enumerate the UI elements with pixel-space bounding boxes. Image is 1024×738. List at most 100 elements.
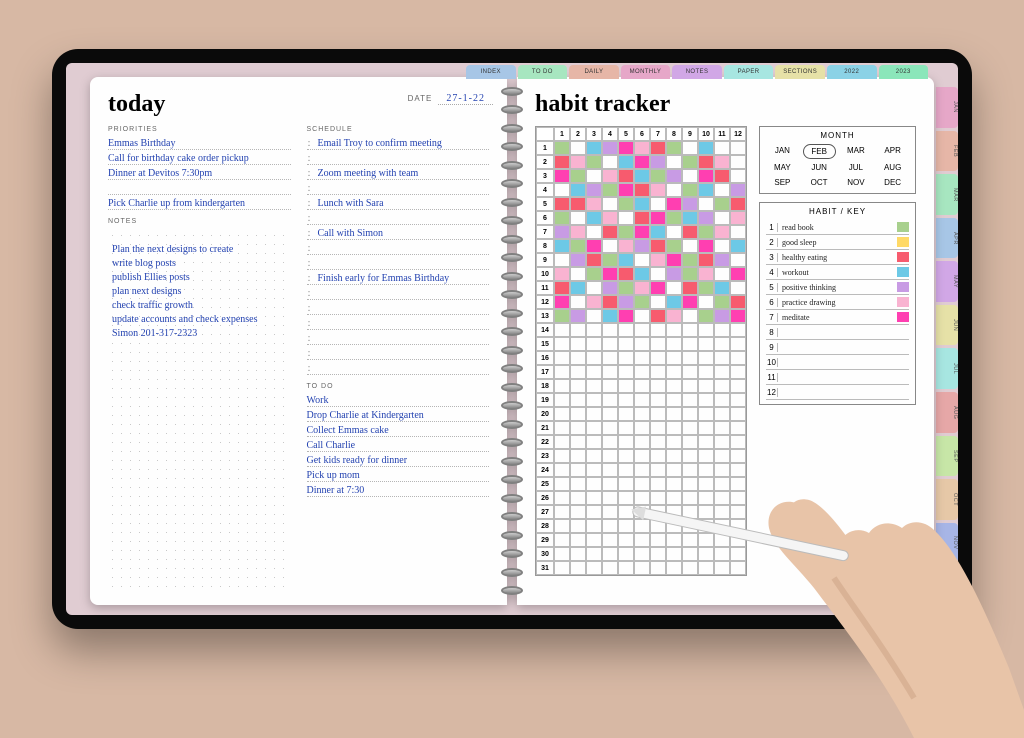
- habit-cell[interactable]: [714, 393, 730, 407]
- habit-cell[interactable]: [698, 463, 714, 477]
- habit-cell[interactable]: [554, 435, 570, 449]
- habit-cell[interactable]: [650, 435, 666, 449]
- habit-cell[interactable]: [634, 155, 650, 169]
- notes-area[interactable]: Plan the next designs to createwrite blo…: [108, 231, 291, 590]
- habit-cell[interactable]: [602, 533, 618, 547]
- habit-cell[interactable]: [698, 505, 714, 519]
- habit-key-list[interactable]: 1read book2good sleep3healthy eating4wor…: [766, 220, 909, 400]
- habit-cell[interactable]: [570, 365, 586, 379]
- habit-cell[interactable]: [618, 183, 634, 197]
- habit-cell[interactable]: [682, 407, 698, 421]
- habit-cell[interactable]: [570, 337, 586, 351]
- schedule-item[interactable]: :: [307, 255, 490, 270]
- habit-cell[interactable]: [698, 211, 714, 225]
- habit-cell[interactable]: [618, 407, 634, 421]
- habit-cell[interactable]: [634, 463, 650, 477]
- habit-cell[interactable]: [634, 211, 650, 225]
- habit-cell[interactable]: [666, 197, 682, 211]
- habit-cell[interactable]: [666, 337, 682, 351]
- habit-cell[interactable]: [730, 239, 746, 253]
- todo-item[interactable]: Call Charlie: [307, 437, 490, 452]
- habit-cell[interactable]: [698, 365, 714, 379]
- habit-cell[interactable]: [634, 351, 650, 365]
- habit-cell[interactable]: [618, 547, 634, 561]
- habit-cell[interactable]: [714, 211, 730, 225]
- habit-key-row[interactable]: 2good sleep: [766, 235, 909, 250]
- habit-cell[interactable]: [666, 547, 682, 561]
- habit-cell[interactable]: [586, 253, 602, 267]
- schedule-item[interactable]: :: [307, 150, 490, 165]
- habit-cell[interactable]: [602, 211, 618, 225]
- habit-cell[interactable]: [554, 155, 570, 169]
- habit-cell[interactable]: [650, 337, 666, 351]
- habit-cell[interactable]: [570, 267, 586, 281]
- habit-cell[interactable]: [730, 323, 746, 337]
- habit-cell[interactable]: [618, 491, 634, 505]
- habit-cell[interactable]: [586, 505, 602, 519]
- habit-cell[interactable]: [650, 267, 666, 281]
- habit-cell[interactable]: [570, 281, 586, 295]
- habit-cell[interactable]: [714, 561, 730, 575]
- habit-cell[interactable]: [554, 519, 570, 533]
- habit-cell[interactable]: [714, 421, 730, 435]
- month-option[interactable]: AUG: [876, 161, 909, 174]
- top-tab[interactable]: NOTES: [672, 65, 722, 79]
- habit-cell[interactable]: [586, 449, 602, 463]
- habit-cell[interactable]: [586, 561, 602, 575]
- habit-cell[interactable]: [618, 337, 634, 351]
- habit-cell[interactable]: [586, 491, 602, 505]
- habit-cell[interactable]: [730, 309, 746, 323]
- note-line[interactable]: write blog posts: [112, 258, 287, 269]
- habit-cell[interactable]: [698, 519, 714, 533]
- todo-item[interactable]: Get kids ready for dinner: [307, 452, 490, 467]
- habit-cell[interactable]: [698, 379, 714, 393]
- habit-cell[interactable]: [730, 253, 746, 267]
- habit-cell[interactable]: [602, 253, 618, 267]
- habit-cell[interactable]: [714, 547, 730, 561]
- habit-cell[interactable]: [618, 169, 634, 183]
- priority-item[interactable]: Dinner at Devitos 7:30pm: [108, 165, 291, 180]
- habit-cell[interactable]: [634, 141, 650, 155]
- habit-cell[interactable]: [570, 519, 586, 533]
- todo-item[interactable]: Pick up mom: [307, 467, 490, 482]
- habit-cell[interactable]: [650, 505, 666, 519]
- habit-cell[interactable]: [554, 239, 570, 253]
- schedule-item[interactable]: :: [307, 315, 490, 330]
- habit-cell[interactable]: [666, 267, 682, 281]
- habit-cell[interactable]: [554, 463, 570, 477]
- schedule-item[interactable]: :: [307, 240, 490, 255]
- habit-cell[interactable]: [666, 379, 682, 393]
- habit-cell[interactable]: [666, 351, 682, 365]
- habit-cell[interactable]: [650, 365, 666, 379]
- habit-cell[interactable]: [634, 505, 650, 519]
- todo-item[interactable]: Work: [307, 392, 490, 407]
- habit-cell[interactable]: [650, 421, 666, 435]
- habit-key-row[interactable]: 9: [766, 340, 909, 355]
- habit-cell[interactable]: [650, 281, 666, 295]
- habit-cell[interactable]: [682, 393, 698, 407]
- habit-cell[interactable]: [618, 365, 634, 379]
- habit-cell[interactable]: [698, 239, 714, 253]
- habit-cell[interactable]: [714, 365, 730, 379]
- habit-cell[interactable]: [666, 155, 682, 169]
- habit-cell[interactable]: [586, 239, 602, 253]
- habit-cell[interactable]: [682, 211, 698, 225]
- habit-cell[interactable]: [682, 449, 698, 463]
- habit-cell[interactable]: [650, 239, 666, 253]
- habit-cell[interactable]: [634, 295, 650, 309]
- habit-cell[interactable]: [682, 323, 698, 337]
- schedule-item[interactable]: :: [307, 210, 490, 225]
- side-tab[interactable]: AUG: [936, 392, 958, 433]
- habit-cell[interactable]: [666, 365, 682, 379]
- priorities-list[interactable]: Emmas BirthdayCall for birthday cake ord…: [108, 135, 291, 210]
- schedule-item[interactable]: :Call with Simon: [307, 225, 490, 240]
- habit-cell[interactable]: [714, 323, 730, 337]
- habit-cell[interactable]: [666, 253, 682, 267]
- habit-cell[interactable]: [682, 547, 698, 561]
- month-option[interactable]: MAY: [766, 161, 799, 174]
- habit-cell[interactable]: [618, 435, 634, 449]
- habit-cell[interactable]: [682, 533, 698, 547]
- side-tab[interactable]: MAY: [936, 261, 958, 302]
- habit-cell[interactable]: [634, 477, 650, 491]
- habit-key-row[interactable]: 10: [766, 355, 909, 370]
